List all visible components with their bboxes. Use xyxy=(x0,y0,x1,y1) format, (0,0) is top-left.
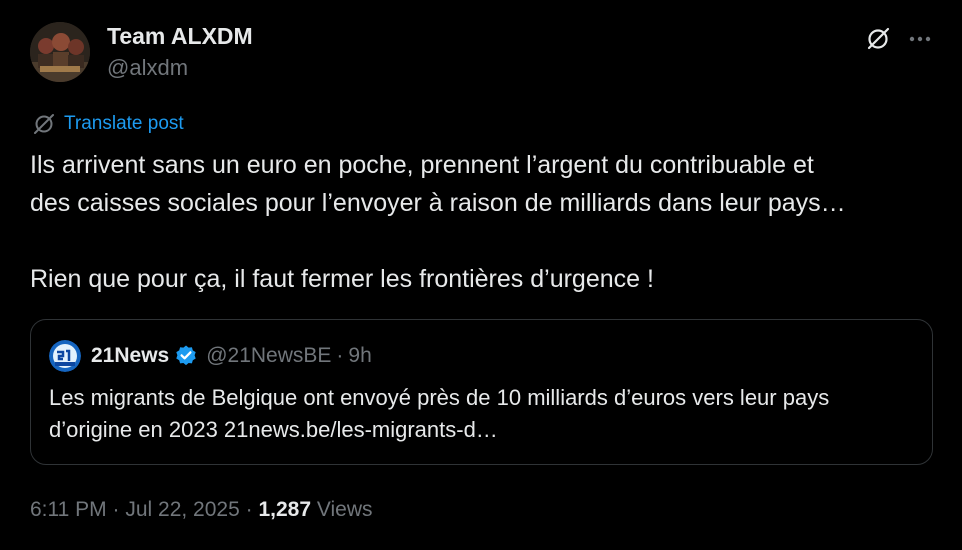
quote-separator: · xyxy=(336,344,344,367)
tweet-time[interactable]: 6:11 PM xyxy=(30,498,107,521)
quote-timestamp[interactable]: 9h xyxy=(348,344,371,368)
avatar-image xyxy=(30,22,90,82)
author-display-name[interactable]: Team ALXDM xyxy=(107,22,253,50)
tweet-text-line: Ils arrivent sans un euro en poche, pren… xyxy=(30,151,814,179)
quoted-tweet[interactable]: 21News @21NewsBE · 9h Les migrants de Be… xyxy=(30,319,933,465)
quoted-tweet-header: 21News @21NewsBE · 9h xyxy=(49,340,372,372)
quote-text-line: Les migrants de Belgique ont envoyé près… xyxy=(49,385,830,410)
more-icon[interactable] xyxy=(905,24,935,54)
translate-link[interactable]: Translate post xyxy=(32,112,184,136)
tweet-meta: 6:11 PM · Jul 22, 2025 · 1,287 Views xyxy=(30,496,373,524)
grok-icon[interactable] xyxy=(863,24,893,54)
quoted-tweet-text: Les migrants de Belgique ont envoyé près… xyxy=(49,382,919,446)
author-info: Team ALXDM @alxdm xyxy=(107,22,253,82)
quote-avatar[interactable] xyxy=(49,340,81,372)
tweet-text-line: des caisses sociales pour l’envoyer à ra… xyxy=(30,189,846,217)
meta-separator: · xyxy=(112,498,120,521)
author-avatar[interactable] xyxy=(30,22,90,82)
translate-icon xyxy=(34,114,54,134)
translate-label: Translate post xyxy=(64,113,184,134)
quote-handle[interactable]: @21NewsBE xyxy=(206,344,331,368)
views-label: Views xyxy=(316,498,373,521)
quote-text-line: d’origine en 2023 21news.be/les-migrants… xyxy=(49,417,498,442)
quote-display-name[interactable]: 21News xyxy=(91,344,169,368)
meta-separator: · xyxy=(245,498,253,521)
tweet-text-line: Rien que pour ça, il faut fermer les fro… xyxy=(30,265,654,293)
tweet-text: Ils arrivent sans un euro en poche, pren… xyxy=(30,146,930,298)
author-handle[interactable]: @alxdm xyxy=(107,54,253,82)
views-count: 1,287 xyxy=(258,498,312,521)
21news-logo-icon xyxy=(49,340,81,372)
tweet-date[interactable]: Jul 22, 2025 xyxy=(125,498,239,521)
verified-badge-icon xyxy=(176,345,196,366)
